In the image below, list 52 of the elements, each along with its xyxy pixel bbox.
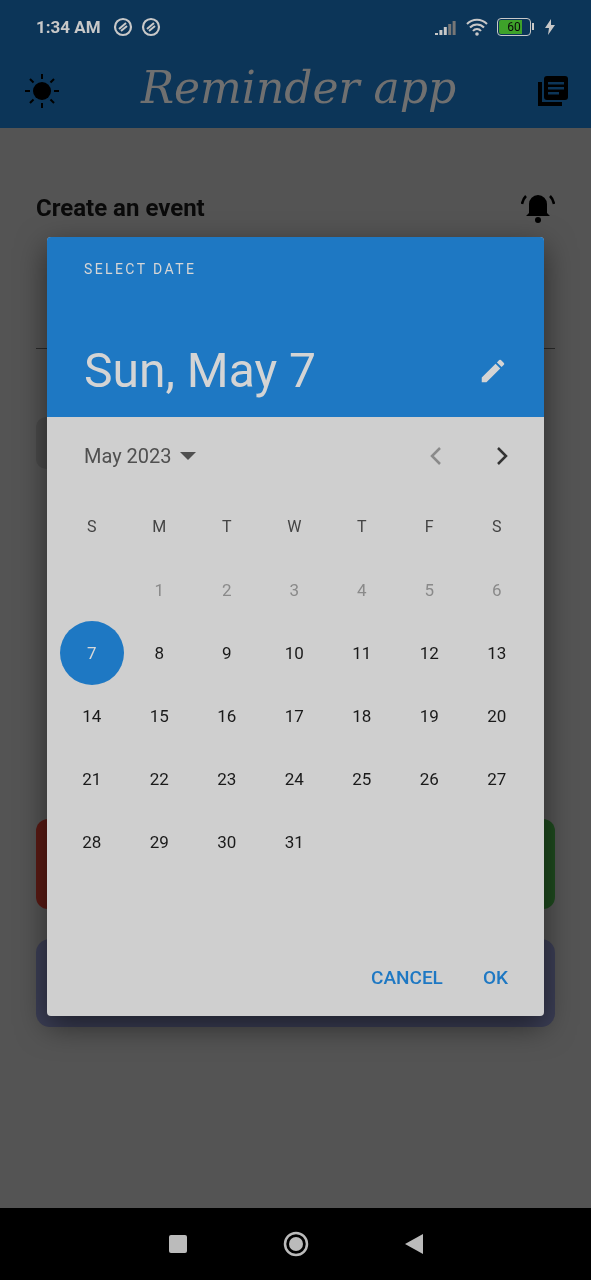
weekday-label: T: [356, 517, 367, 536]
home-icon[interactable]: [282, 1231, 309, 1257]
calendar-day[interactable]: 11: [329, 620, 394, 685]
weekday-label: S: [492, 517, 502, 536]
caret-icon: [179, 452, 196, 460]
weekday-label: F: [424, 517, 434, 536]
calendar-day[interactable]: 14: [59, 683, 124, 748]
app-title: Reminder app: [140, 61, 457, 113]
calendar-day[interactable]: 15: [127, 683, 192, 748]
calendar-day[interactable]: 13: [464, 620, 529, 685]
calendar-day[interactable]: 12: [397, 620, 462, 685]
calendar-day[interactable]: 22: [127, 746, 192, 811]
signal-icon: [435, 19, 457, 35]
chevron-right-icon: [496, 446, 508, 466]
calendar-day[interactable]: 21: [59, 746, 124, 811]
calendar-day[interactable]: 8: [127, 620, 192, 685]
status-time: 1:34 AM: [36, 17, 101, 37]
sun-icon[interactable]: [24, 73, 60, 109]
calendar-day[interactable]: 9: [194, 620, 259, 685]
back-icon[interactable]: [404, 1234, 423, 1254]
calendar-day[interactable]: 28: [59, 809, 124, 874]
charging-icon: [545, 19, 555, 35]
calendar-day[interactable]: 16: [194, 683, 259, 748]
calendar-day[interactable]: 29: [127, 809, 192, 874]
notification-icon: [112, 17, 133, 37]
calendar-day[interactable]: 30: [194, 809, 259, 874]
calendar-day[interactable]: 23: [194, 746, 259, 811]
weekday-label: W: [287, 517, 302, 536]
calendar-day[interactable]: 26: [397, 746, 462, 811]
calendar-day[interactable]: 24: [262, 746, 327, 811]
bell-icon[interactable]: [521, 192, 555, 224]
list-icon[interactable]: [537, 75, 569, 107]
calendar-day[interactable]: 20: [464, 683, 529, 748]
dialog-label: SELECT DATE: [84, 261, 197, 277]
battery-indicator: 60: [497, 18, 531, 36]
calendar-day[interactable]: 31: [262, 809, 327, 874]
weekday-label: S: [87, 517, 97, 536]
selected-date: Sun, May 7: [84, 342, 317, 399]
calendar-day[interactable]: 18: [329, 683, 394, 748]
wifi-icon: [465, 18, 489, 36]
weekday-label: M: [152, 517, 167, 536]
recents-icon[interactable]: [168, 1235, 187, 1253]
section-heading: Create an event: [36, 194, 205, 222]
notification-icon: [140, 17, 161, 37]
calendar-day[interactable]: 27: [464, 746, 529, 811]
month-selector[interactable]: May 2023: [84, 444, 196, 468]
chevron-left-icon: [430, 446, 442, 466]
calendar-day[interactable]: 17: [262, 683, 327, 748]
calendar-day[interactable]: 25: [329, 746, 394, 811]
calendar-day[interactable]: 19: [397, 683, 462, 748]
calendar-day[interactable]: 10: [262, 620, 327, 685]
weekday-label: T: [221, 517, 232, 536]
